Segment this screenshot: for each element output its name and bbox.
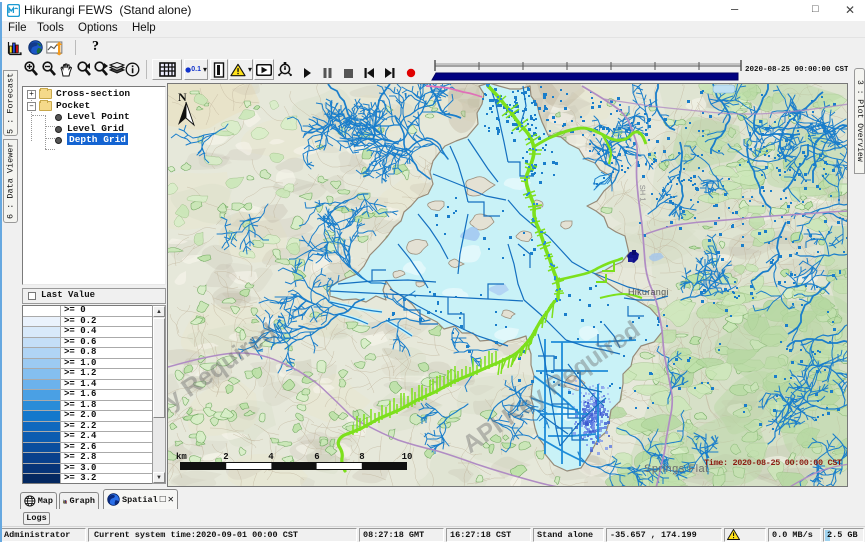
svg-text:SH 1: SH 1 <box>638 185 648 202</box>
svg-text:Springs Flat: Springs Flat <box>644 463 709 475</box>
svg-text:10: 10 <box>402 452 413 462</box>
svg-text:km: km <box>176 452 187 462</box>
svg-text:6: 6 <box>314 452 319 462</box>
svg-text:8: 8 <box>359 452 364 462</box>
svg-text:N: N <box>178 90 187 104</box>
svg-text:2: 2 <box>223 452 228 462</box>
svg-text:4: 4 <box>268 452 274 462</box>
svg-text:Hikurangi: Hikurangi <box>628 287 669 297</box>
svg-text:Time: 2020-08-25 00:00:00 CST: Time: 2020-08-25 00:00:00 CST <box>704 458 842 468</box>
